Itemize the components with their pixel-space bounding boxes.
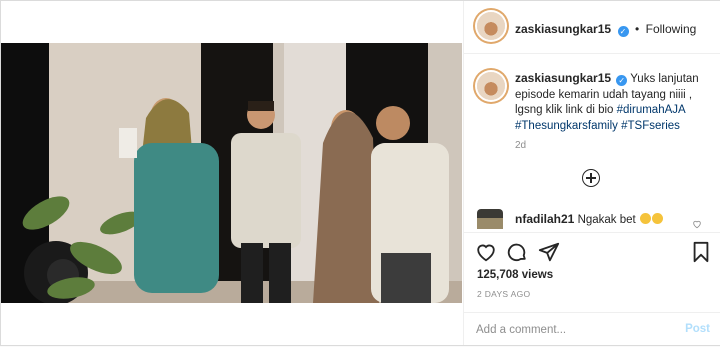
- comment-like-heart-icon[interactable]: [692, 219, 702, 229]
- plus-circle-icon[interactable]: [582, 169, 600, 187]
- separator-dot: •: [634, 22, 640, 36]
- add-comment-bar: Post: [464, 312, 720, 347]
- post-header: zaskiasungkar15 ✓ • Following: [464, 1, 720, 54]
- following-button[interactable]: Following: [646, 22, 697, 36]
- view-count[interactable]: 125,708 views: [477, 269, 553, 281]
- bookmark-icon[interactable]: [690, 241, 712, 263]
- action-bar: 125,708 views 2 DAYS AGO Post: [464, 232, 720, 346]
- hashtag-link[interactable]: #TSFseries: [621, 120, 680, 132]
- hashtag-link[interactable]: #dirumahAJA: [617, 104, 685, 116]
- header-user-row: zaskiasungkar15 ✓ • Following: [515, 20, 696, 38]
- post-sidebar: zaskiasungkar15 ✓ • Following zaskiasung…: [463, 1, 720, 345]
- caption-avatar[interactable]: [477, 72, 505, 100]
- commenter-avatar[interactable]: [477, 209, 503, 229]
- comment-text: Ngakak bet: [577, 214, 636, 226]
- header-username[interactable]: zaskiasungkar15: [515, 22, 611, 36]
- caption-time[interactable]: 2d: [515, 140, 526, 151]
- hashtag-link[interactable]: #Thesungkarsfamily: [515, 120, 618, 132]
- instagram-post: zaskiasungkar15 ✓ • Following zaskiasung…: [0, 0, 720, 346]
- verified-badge-icon: ✓: [617, 26, 629, 37]
- laughing-emoji-icon: [639, 213, 651, 224]
- comment-username[interactable]: nfadilah21: [515, 212, 574, 226]
- post-comment-button[interactable]: Post: [685, 323, 710, 335]
- author-avatar[interactable]: [477, 12, 505, 40]
- comment-input[interactable]: [476, 321, 656, 339]
- comment-bubble-icon[interactable]: [506, 241, 528, 263]
- paper-plane-icon[interactable]: [538, 241, 560, 263]
- caption: zaskiasungkar15 ✓ Yuks lanjutan episode …: [515, 71, 705, 134]
- video-frame-image: [1, 43, 462, 303]
- caption-username[interactable]: zaskiasungkar15: [515, 71, 611, 85]
- heart-icon[interactable]: [475, 241, 497, 263]
- laughing-emoji-icon: [651, 213, 663, 224]
- verified-badge-icon: ✓: [616, 75, 628, 86]
- post-video[interactable]: [1, 43, 462, 303]
- comment-item: nfadilah21 Ngakak bet: [515, 212, 663, 226]
- post-timestamp: 2 DAYS AGO: [477, 289, 531, 299]
